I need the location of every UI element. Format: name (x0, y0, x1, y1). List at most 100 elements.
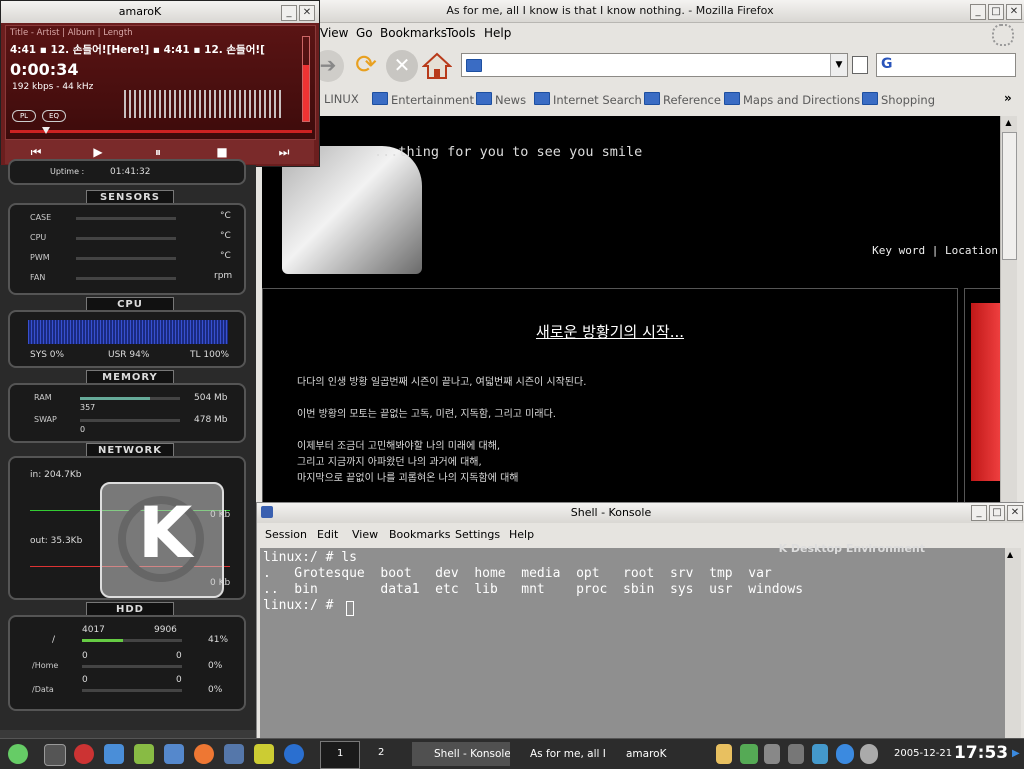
terminal-launcher-icon[interactable] (44, 744, 66, 766)
equalizer-toggle-button[interactable]: EQ (42, 110, 66, 122)
search-input[interactable]: G (876, 53, 1016, 77)
task-firefox[interactable]: As for me, all I k (510, 742, 606, 766)
post-line: 그리고 지금까지 아파왔던 나의 과거에 대해, (297, 457, 482, 468)
tray-icon[interactable] (740, 744, 758, 764)
bookmark-reference[interactable]: Reference (644, 92, 721, 107)
settings-gear-icon[interactable] (284, 744, 304, 764)
menu-view[interactable]: View (352, 528, 378, 541)
post-title[interactable]: 새로운 방황기의 시작... (263, 321, 957, 342)
home-button[interactable] (421, 52, 453, 80)
tools-launcher-icon[interactable] (224, 744, 244, 764)
url-bar[interactable]: ▼ (461, 53, 848, 77)
terminal-area[interactable]: K Desktop Environment linux:/ # ls . Gro… (260, 542, 1005, 739)
task-konsole[interactable]: Shell - Konsole (412, 742, 510, 766)
panel-arrow-icon[interactable]: ▶ (1012, 748, 1020, 759)
swap-label: SWAP (34, 415, 57, 424)
misc-launcher-icon[interactable] (254, 744, 274, 764)
bookmark-internet-search[interactable]: Internet Search (534, 92, 642, 107)
amarok-titlebar[interactable]: amaroK _ ✕ (1, 1, 319, 23)
bookmark-maps[interactable]: Maps and Directions (724, 92, 860, 107)
tray-icon[interactable] (836, 744, 854, 764)
stop-button[interactable]: ✕ (386, 50, 418, 82)
side-banner (964, 288, 1002, 507)
menu-bookmarks[interactable]: Bookmarks (389, 528, 450, 541)
network-launcher-icon[interactable] (164, 744, 184, 764)
konqueror-launcher-icon[interactable] (104, 744, 124, 764)
time-display[interactable]: 0:00:34 (10, 60, 78, 79)
minimize-button[interactable]: _ (971, 505, 987, 521)
menu-settings[interactable]: Settings (455, 528, 500, 541)
bookmark-shopping[interactable]: Shopping (862, 92, 935, 107)
hdd-used: 0 (82, 675, 88, 685)
desktop-pager-2[interactable]: 2 (362, 741, 400, 767)
system-monitor-widget: Uptime : 01:41:32 SENSORS CASE °C CPU °C… (0, 159, 256, 730)
side-banner-image (971, 303, 1001, 481)
bookmarks-overflow-button[interactable]: » (1004, 91, 1012, 105)
terminal-line: . Grotesque boot dev home media opt root… (263, 566, 772, 581)
menu-edit[interactable]: Edit (317, 528, 338, 541)
konsole-titlebar[interactable]: Shell - Konsole _ □ ✕ (257, 503, 1024, 523)
clock-date[interactable]: 2005-12-21 (894, 748, 952, 759)
scroll-up-arrow-icon[interactable]: ▲ (1002, 118, 1015, 130)
menu-bookmarks[interactable]: Bookmarks (380, 26, 447, 40)
firefox-launcher-icon[interactable] (194, 744, 214, 764)
sensor-bar (76, 257, 176, 260)
close-button[interactable]: ✕ (1007, 505, 1023, 521)
scrollbar-thumb[interactable] (1002, 132, 1017, 260)
bookmark-news[interactable]: News (476, 92, 526, 107)
playlist-toggle-button[interactable]: PL (12, 110, 36, 122)
seek-slider[interactable] (10, 127, 312, 134)
post-line: 다다의 인생 방황 일곱번째 시즌이 끝나고, 여덟번째 시즌이 시작된다. (297, 377, 587, 388)
menu-go[interactable]: Go (356, 26, 373, 40)
next-button[interactable]: ⏭ (271, 143, 297, 161)
url-dropdown-button[interactable]: ▼ (830, 54, 847, 76)
cpu-tl: TL 100% (190, 350, 230, 360)
firefox-titlebar[interactable]: As for me, all I know is that I know not… (256, 0, 1024, 23)
folder-icon (644, 92, 660, 105)
bookmark-entertainment[interactable]: Entertainment (372, 92, 474, 107)
desktop-pager-1[interactable]: 1 (320, 741, 360, 769)
scroll-up-arrow-icon[interactable]: ▲ (1007, 550, 1013, 559)
hdd-used: 0 (82, 651, 88, 661)
clock-time[interactable]: 17:53 (954, 743, 1008, 763)
bookmark-linux[interactable]: LINUX (324, 92, 359, 106)
google-icon: G (881, 56, 893, 72)
help-launcher-icon[interactable] (74, 744, 94, 764)
page-scrollbar[interactable]: ▲ (1000, 116, 1017, 505)
sensor-label: PWM (30, 253, 50, 262)
cpu-panel: SYS 0% USR 94% TL 100% (8, 310, 246, 368)
close-button[interactable]: ✕ (1006, 4, 1022, 20)
menu-help[interactable]: Help (484, 26, 511, 40)
volume-slider[interactable] (302, 36, 310, 122)
location-link[interactable]: Location (945, 244, 998, 257)
go-button[interactable] (852, 56, 868, 74)
kde-logo-icon: K (100, 482, 224, 598)
keyword-link[interactable]: Key word (872, 244, 925, 257)
menu-help[interactable]: Help (509, 528, 534, 541)
tray-icon[interactable] (788, 744, 804, 764)
playlist-header: Title - Artist | Album | Length (10, 28, 133, 38)
reload-button[interactable]: ⟳ (350, 50, 382, 82)
tray-icon[interactable] (764, 744, 780, 764)
volume-level (303, 65, 309, 121)
volume-tray-icon[interactable] (812, 744, 828, 764)
kmenu-icon[interactable] (8, 744, 28, 764)
minimize-button[interactable]: _ (970, 4, 986, 20)
maximize-button[interactable]: □ (988, 4, 1004, 20)
menu-view[interactable]: View (320, 26, 348, 40)
minimize-button[interactable]: _ (281, 5, 297, 21)
tray-icon[interactable] (860, 744, 878, 764)
maximize-button[interactable]: □ (989, 505, 1005, 521)
klipper-tray-icon[interactable] (716, 744, 732, 764)
menu-session[interactable]: Session (265, 528, 307, 541)
blog-post: 새로운 방황기의 시작... 다다의 인생 방황 일곱번째 시즌이 끝나고, 여… (262, 288, 958, 507)
terminal-scrollbar[interactable]: ▲ (1005, 548, 1021, 739)
menu-tools[interactable]: Tools (446, 26, 476, 40)
seek-handle[interactable] (42, 127, 51, 134)
kde-background-text: K Desktop Environment (778, 542, 925, 555)
page-icon (466, 59, 482, 72)
analyzer-visual[interactable] (124, 90, 284, 118)
close-button[interactable]: ✕ (299, 5, 315, 21)
kmail-launcher-icon[interactable] (134, 744, 154, 764)
task-amarok[interactable]: amaroK (606, 742, 702, 766)
